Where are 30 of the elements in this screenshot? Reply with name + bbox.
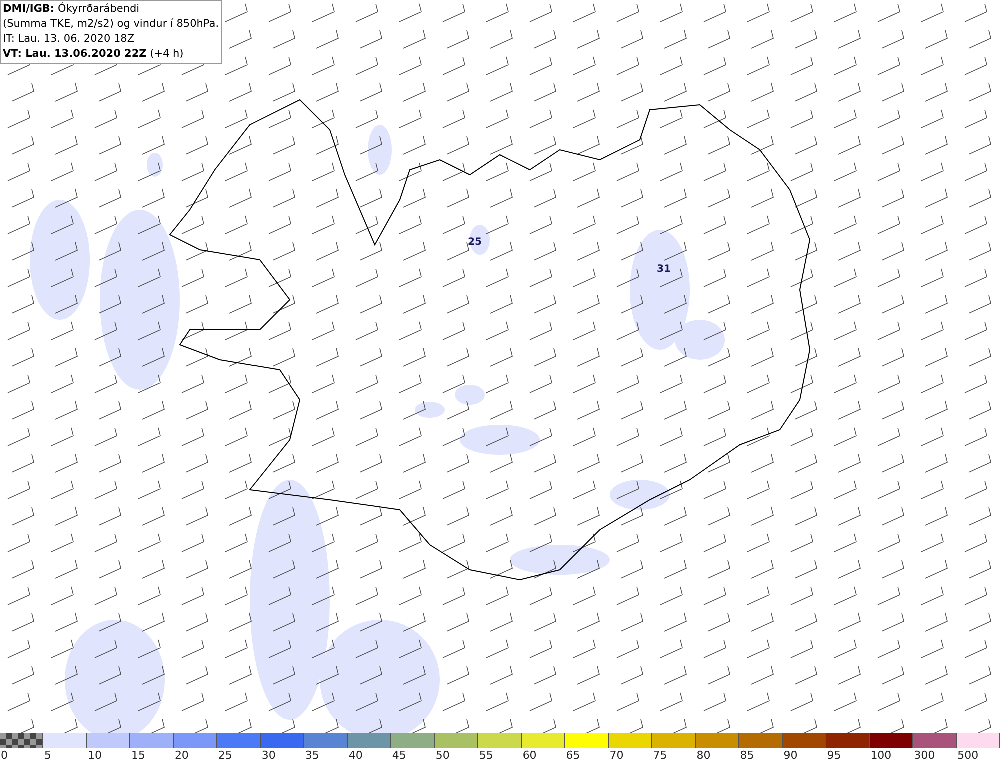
legend-value: 60 — [522, 748, 538, 764]
legend-value: 5 — [43, 748, 52, 764]
legend-value: 80 — [696, 748, 712, 764]
legend-value: 30 — [260, 748, 277, 764]
legend-value: 10 — [86, 748, 103, 764]
legend-value: 20 — [174, 748, 190, 764]
title-line: VT: Lau. 13.06.2020 22Z (+4 h) — [3, 47, 185, 62]
map-value-label: 31 — [657, 264, 671, 275]
title-line: DMI/IGB: Ókyrrðarábendi — [3, 2, 141, 17]
legend-value: 55 — [478, 748, 494, 764]
legend-value: 50 — [434, 748, 451, 764]
legend-value: 35 — [304, 748, 320, 764]
legend-swatch — [0, 733, 44, 748]
legend-value: 15 — [130, 748, 146, 764]
legend-value: 40 — [348, 748, 364, 764]
legend-value: 95 — [826, 748, 842, 764]
map-value-label: 25 — [468, 237, 482, 248]
legend-value: 90 — [782, 748, 799, 764]
legend-value: 75 — [652, 748, 668, 764]
legend-value: 85 — [739, 748, 756, 764]
legend-value: 300 — [913, 748, 936, 764]
title-line: (Summa TKE, m2/s2) og vindur í 850hPa. — [3, 17, 220, 32]
legend-value: 0 — [0, 748, 9, 764]
title-line: IT: Lau. 13. 06. 2020 18Z — [3, 32, 136, 47]
legend-value: 70 — [608, 748, 625, 764]
legend-value: 25 — [217, 748, 234, 764]
legend-value: 100 — [870, 748, 893, 764]
legend-value: 65 — [565, 748, 582, 764]
legend-value: 500 — [956, 748, 980, 764]
legend-value: 45 — [391, 748, 408, 764]
